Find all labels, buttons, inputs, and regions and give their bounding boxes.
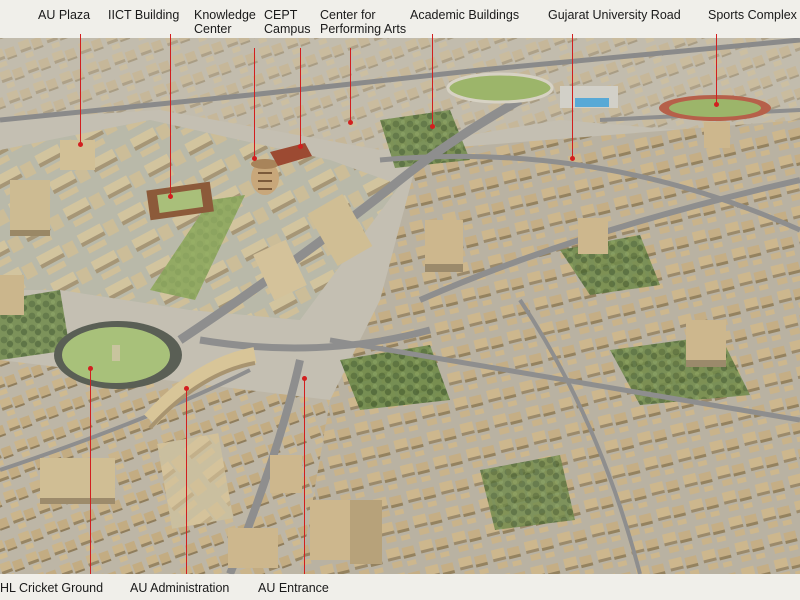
leader-dot-au-entrance [302, 376, 307, 381]
label-au-plaza-text: AU Plaza [38, 8, 91, 22]
label-performing-arts-line1: Center for [320, 8, 376, 22]
campus-masterplan-rendering: AU Plaza IICT Building Knowledge Center … [0, 0, 800, 600]
aerial-site-view [0, 0, 800, 600]
label-iict-building-text: IICT Building [108, 8, 180, 22]
leader-dot-sports-complex [714, 102, 719, 107]
leader-line-au-entrance [304, 378, 305, 574]
leader-line-sports-complex [716, 34, 717, 104]
leader-line-au-administration [186, 388, 187, 574]
leader-line-iict-building [170, 34, 171, 196]
leader-line-gujarat-university-road [572, 34, 573, 158]
label-au-entrance: AU Entrance [258, 581, 329, 595]
label-sports-complex: Sports Complex [708, 8, 797, 22]
leader-dot-au-administration [184, 386, 189, 391]
label-performing-arts-line2: Performing Arts [320, 22, 407, 36]
label-cept-campus-line1: CEPT [264, 8, 298, 22]
label-au-administration-text: AU Administration [130, 581, 230, 595]
label-au-entrance-text: AU Entrance [258, 581, 329, 595]
label-au-plaza: AU Plaza [38, 8, 90, 22]
label-au-administration: AU Administration [130, 581, 229, 595]
leader-line-knowledge-center [254, 48, 255, 158]
leader-dot-performing-arts [348, 120, 353, 125]
leader-dot-au-plaza [78, 142, 83, 147]
leader-dot-knowledge-center [252, 156, 257, 161]
label-cept-campus-line2: Campus [264, 22, 311, 36]
label-gujarat-university-road-text: Gujarat University Road [548, 8, 681, 22]
leader-dot-iict-building [168, 194, 173, 199]
label-cept-campus: CEPT Campus [264, 8, 311, 36]
label-academic-buildings-text: Academic Buildings [410, 8, 520, 22]
label-gujarat-university-road: Gujarat University Road [548, 8, 681, 22]
leader-dot-academic-buildings [430, 124, 435, 129]
label-iict-building: IICT Building [108, 8, 179, 22]
leader-line-performing-arts [350, 48, 351, 122]
label-knowledge-center: Knowledge Center [194, 8, 256, 36]
footer-label-band [0, 574, 800, 600]
label-hl-cricket-ground: HL Cricket Ground [0, 581, 103, 595]
leader-dot-hl-cricket-ground [88, 366, 93, 371]
leader-line-hl-cricket-ground [90, 368, 91, 574]
leader-line-au-plaza [80, 34, 81, 144]
label-knowledge-center-line1: Knowledge [194, 8, 256, 22]
label-academic-buildings: Academic Buildings [410, 8, 519, 22]
leader-line-academic-buildings [432, 34, 433, 126]
label-sports-complex-text: Sports Complex [708, 8, 797, 22]
leader-dot-gujarat-university-road [570, 156, 575, 161]
leader-dot-cept-campus [298, 144, 303, 149]
label-hl-cricket-ground-text: HL Cricket Ground [0, 581, 104, 595]
leader-line-cept-campus [300, 48, 301, 146]
label-performing-arts: Center for Performing Arts [320, 8, 406, 36]
label-knowledge-center-line2: Center [194, 22, 232, 36]
